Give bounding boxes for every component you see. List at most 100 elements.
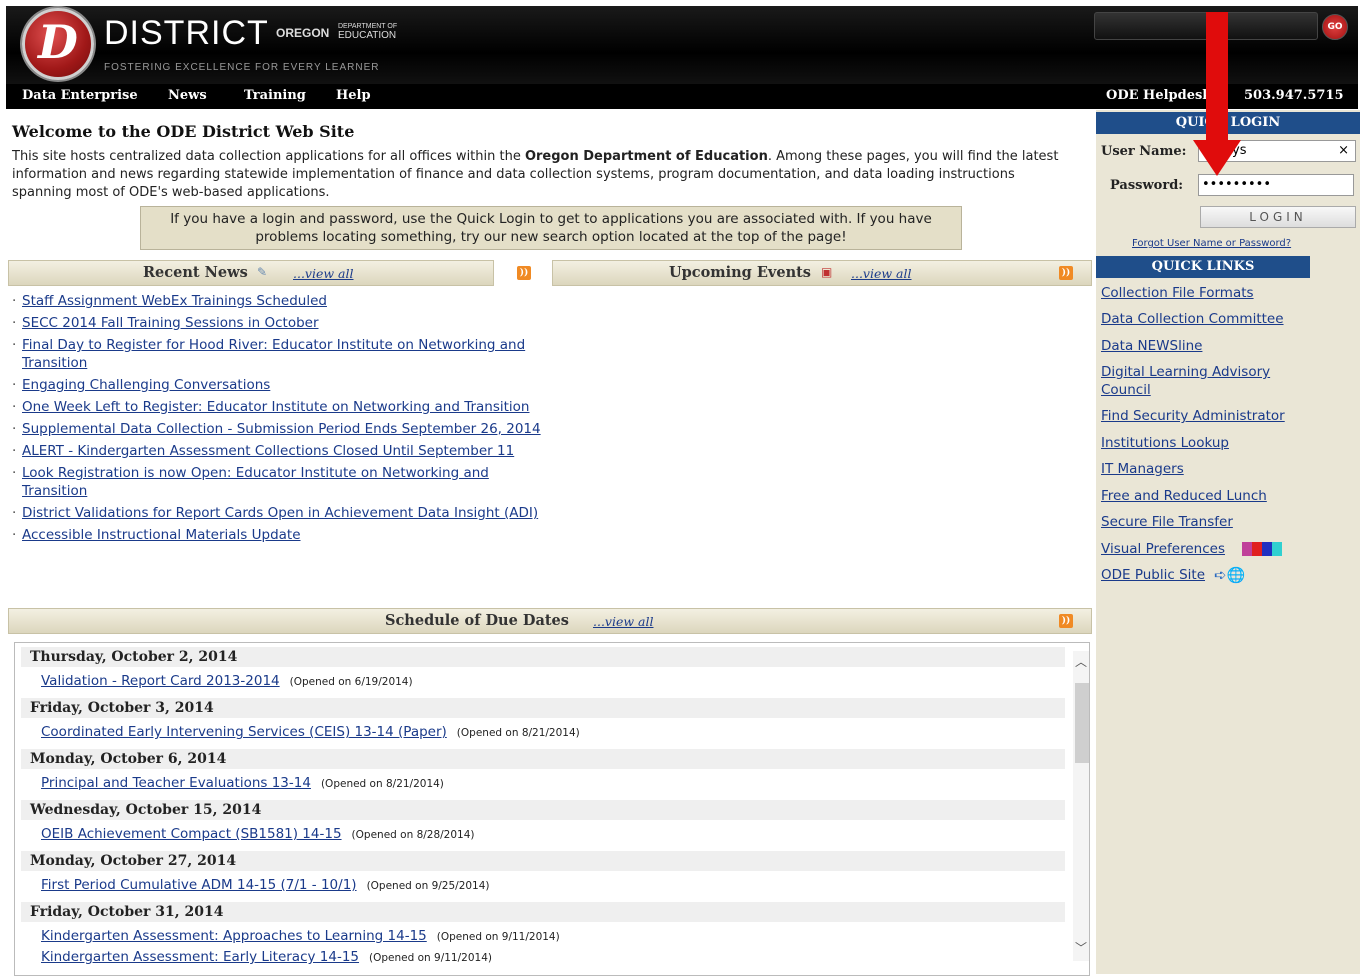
list-item: Accessible Instructional Materials Updat…: [12, 526, 552, 544]
opened-date: (Opened on 9/25/2014): [366, 880, 490, 892]
schedule-rss-icon[interactable]: )): [1059, 614, 1073, 628]
scroll-down-icon[interactable]: ﹀: [1073, 939, 1089, 956]
logo-letter: D: [38, 15, 78, 69]
schedule-link[interactable]: OEIB Achievement Compact (SB1581) 14-15: [41, 826, 342, 842]
quick-link-secure-file-transfer[interactable]: Secure File Transfer: [1101, 513, 1301, 531]
opened-date: (Opened on 8/28/2014): [351, 829, 475, 841]
district-logo[interactable]: D: [22, 8, 94, 80]
password-label: Password:: [1110, 178, 1184, 193]
opened-date: (Opened on 9/11/2014): [369, 952, 492, 964]
recent-news-rss-icon[interactable]: )): [517, 266, 531, 280]
news-icon: ✎: [257, 265, 268, 279]
schedule-view-all[interactable]: ...view all: [593, 614, 654, 629]
schedule-entry: Validation - Report Card 2013-2014 (Opene…: [41, 673, 413, 689]
opened-date: (Opened on 8/21/2014): [456, 727, 580, 739]
schedule-entry: Principal and Teacher Evaluations 13-14 (…: [41, 775, 444, 791]
schedule-list[interactable]: Thursday, October 2, 2014 Validation - R…: [14, 642, 1090, 976]
news-link[interactable]: District Validations for Report Cards Op…: [22, 505, 538, 521]
list-item: Supplemental Data Collection - Submissio…: [12, 420, 552, 438]
news-link[interactable]: Final Day to Register for Hood River: Ed…: [22, 337, 525, 371]
quick-link-institutions-lookup[interactable]: Institutions Lookup: [1101, 434, 1301, 452]
news-link[interactable]: Engaging Challenging Conversations: [22, 377, 270, 393]
list-item: Look Registration is now Open: Educator …: [12, 464, 552, 500]
opened-date: (Opened on 9/11/2014): [436, 931, 560, 943]
schedule-link[interactable]: Coordinated Early Intervening Services (…: [41, 724, 447, 740]
schedule-entry: Coordinated Early Intervening Services (…: [41, 724, 580, 740]
recent-news-title: Recent News: [143, 264, 248, 281]
news-link[interactable]: One Week Left to Register: Educator Inst…: [22, 399, 530, 415]
list-item: SECC 2014 Fall Training Sessions in Octo…: [12, 314, 552, 332]
upcoming-events-title: Upcoming Events: [669, 264, 811, 281]
nav-help[interactable]: Help: [336, 88, 371, 103]
recent-news-header: Recent News ✎ ...view all )): [8, 260, 531, 286]
login-notice: If you have a login and password, use th…: [140, 206, 962, 250]
quick-link-visual-preferences[interactable]: Visual Preferences: [1101, 540, 1225, 558]
calendar-icon: ▣: [821, 265, 833, 279]
intro-text-bold: Oregon Department of Education: [524, 149, 768, 164]
quick-link-data-newsline[interactable]: Data NEWSline: [1101, 337, 1301, 355]
tagline: FOSTERING EXCELLENCE FOR EVERY LEARNER: [104, 62, 380, 73]
schedule-scroll-thumb[interactable]: [1075, 683, 1089, 763]
quick-links-title: QUICK LINKS: [1096, 256, 1310, 278]
quick-login-title: QUICK LOGIN: [1096, 112, 1360, 134]
upcoming-events-header: Upcoming Events ▣ ...view all )): [552, 260, 1092, 286]
quick-link-collection-file-formats[interactable]: Collection File Formats: [1101, 284, 1301, 302]
username-label: User Name:: [1101, 144, 1187, 159]
list-item: ALERT - Kindergarten Assessment Collecti…: [12, 442, 552, 460]
quick-link-find-security-admin[interactable]: Find Security Administrator: [1101, 407, 1301, 425]
news-link[interactable]: Staff Assignment WebEx Trainings Schedul…: [22, 293, 327, 309]
annotation-arrow-shaft: [1206, 12, 1228, 142]
schedule-link[interactable]: Principal and Teacher Evaluations 13-14: [41, 775, 311, 791]
list-item: District Validations for Report Cards Op…: [12, 504, 552, 522]
nav-news[interactable]: News: [168, 88, 207, 103]
quick-link-free-reduced-lunch[interactable]: Free and Reduced Lunch: [1101, 487, 1301, 505]
brand-title: DISTRICT: [104, 14, 269, 52]
login-button[interactable]: LOGIN: [1200, 206, 1356, 228]
annotation-arrow-icon: [1193, 140, 1241, 176]
schedule-entry: First Period Cumulative ADM 14-15 (7/1 -…: [41, 877, 490, 893]
recent-news-list: Staff Assignment WebEx Trainings Schedul…: [12, 292, 552, 548]
nav-data-enterprise[interactable]: Data Enterprise: [22, 88, 138, 103]
quick-link-it-managers[interactable]: IT Managers: [1101, 460, 1301, 478]
news-link[interactable]: Look Registration is now Open: Educator …: [22, 465, 489, 499]
list-item: Engaging Challenging Conversations: [12, 376, 552, 394]
schedule-day: Thursday, October 2, 2014: [21, 647, 1065, 667]
upcoming-events-rss-icon[interactable]: )): [1059, 266, 1073, 280]
schedule-entry: Kindergarten Assessment: Approaches to L…: [41, 928, 560, 944]
list-item: Final Day to Register for Hood River: Ed…: [12, 336, 552, 372]
ode-wordmark: DEPARTMENT OF EDUCATION: [338, 22, 397, 41]
recent-news-view-all[interactable]: ...view all: [293, 266, 354, 281]
schedule-link[interactable]: First Period Cumulative ADM 14-15 (7/1 -…: [41, 877, 357, 893]
schedule-link[interactable]: Validation - Report Card 2013-2014: [41, 673, 280, 689]
schedule-link[interactable]: Kindergarten Assessment: Early Literacy …: [41, 949, 359, 965]
color-swatches-icon: [1242, 542, 1282, 556]
list-item: One Week Left to Register: Educator Inst…: [12, 398, 552, 416]
welcome-section: Welcome to the ODE District Web Site Thi…: [6, 110, 1094, 258]
news-link[interactable]: Supplemental Data Collection - Submissio…: [22, 421, 541, 437]
schedule-title: Schedule of Due Dates: [385, 612, 569, 629]
news-link[interactable]: ALERT - Kindergarten Assessment Collecti…: [22, 443, 514, 459]
list-item: Staff Assignment WebEx Trainings Schedul…: [12, 292, 552, 310]
quick-link-digital-learning-council[interactable]: Digital Learning Advisory Council: [1101, 363, 1291, 399]
schedule-entry: Kindergarten Assessment: Early Literacy …: [41, 949, 492, 965]
clear-icon[interactable]: ×: [1338, 141, 1349, 161]
quick-link-data-collection-committee[interactable]: Data Collection Committee: [1101, 310, 1301, 328]
upcoming-events-view-all[interactable]: ...view all: [851, 266, 912, 281]
nav-training[interactable]: Training: [244, 88, 306, 103]
schedule-header: Schedule of Due Dates ...view all )): [8, 608, 1092, 634]
news-link[interactable]: SECC 2014 Fall Training Sessions in Octo…: [22, 315, 319, 331]
schedule-link[interactable]: Kindergarten Assessment: Approaches to L…: [41, 928, 427, 944]
main-content: Welcome to the ODE District Web Site Thi…: [6, 110, 1094, 976]
forgot-credentials-link[interactable]: Forgot User Name or Password?: [1132, 238, 1291, 249]
page-title: Welcome to the ODE District Web Site: [12, 122, 355, 141]
quick-link-ode-public-site[interactable]: ODE Public Site: [1101, 566, 1205, 584]
news-link[interactable]: Accessible Instructional Materials Updat…: [22, 527, 301, 543]
password-input[interactable]: •••••••••: [1198, 174, 1354, 196]
search-go-button[interactable]: GO: [1322, 14, 1348, 40]
schedule-entry: OEIB Achievement Compact (SB1581) 14-15 (…: [41, 826, 475, 842]
ode-wordmark-line2: EDUCATION: [338, 30, 397, 41]
globe-arrow-icon: ➪🌐: [1214, 566, 1246, 584]
schedule-day: Monday, October 27, 2014: [21, 851, 1065, 871]
scroll-up-icon[interactable]: ︿: [1073, 653, 1089, 670]
schedule-day: Monday, October 6, 2014: [21, 749, 1065, 769]
